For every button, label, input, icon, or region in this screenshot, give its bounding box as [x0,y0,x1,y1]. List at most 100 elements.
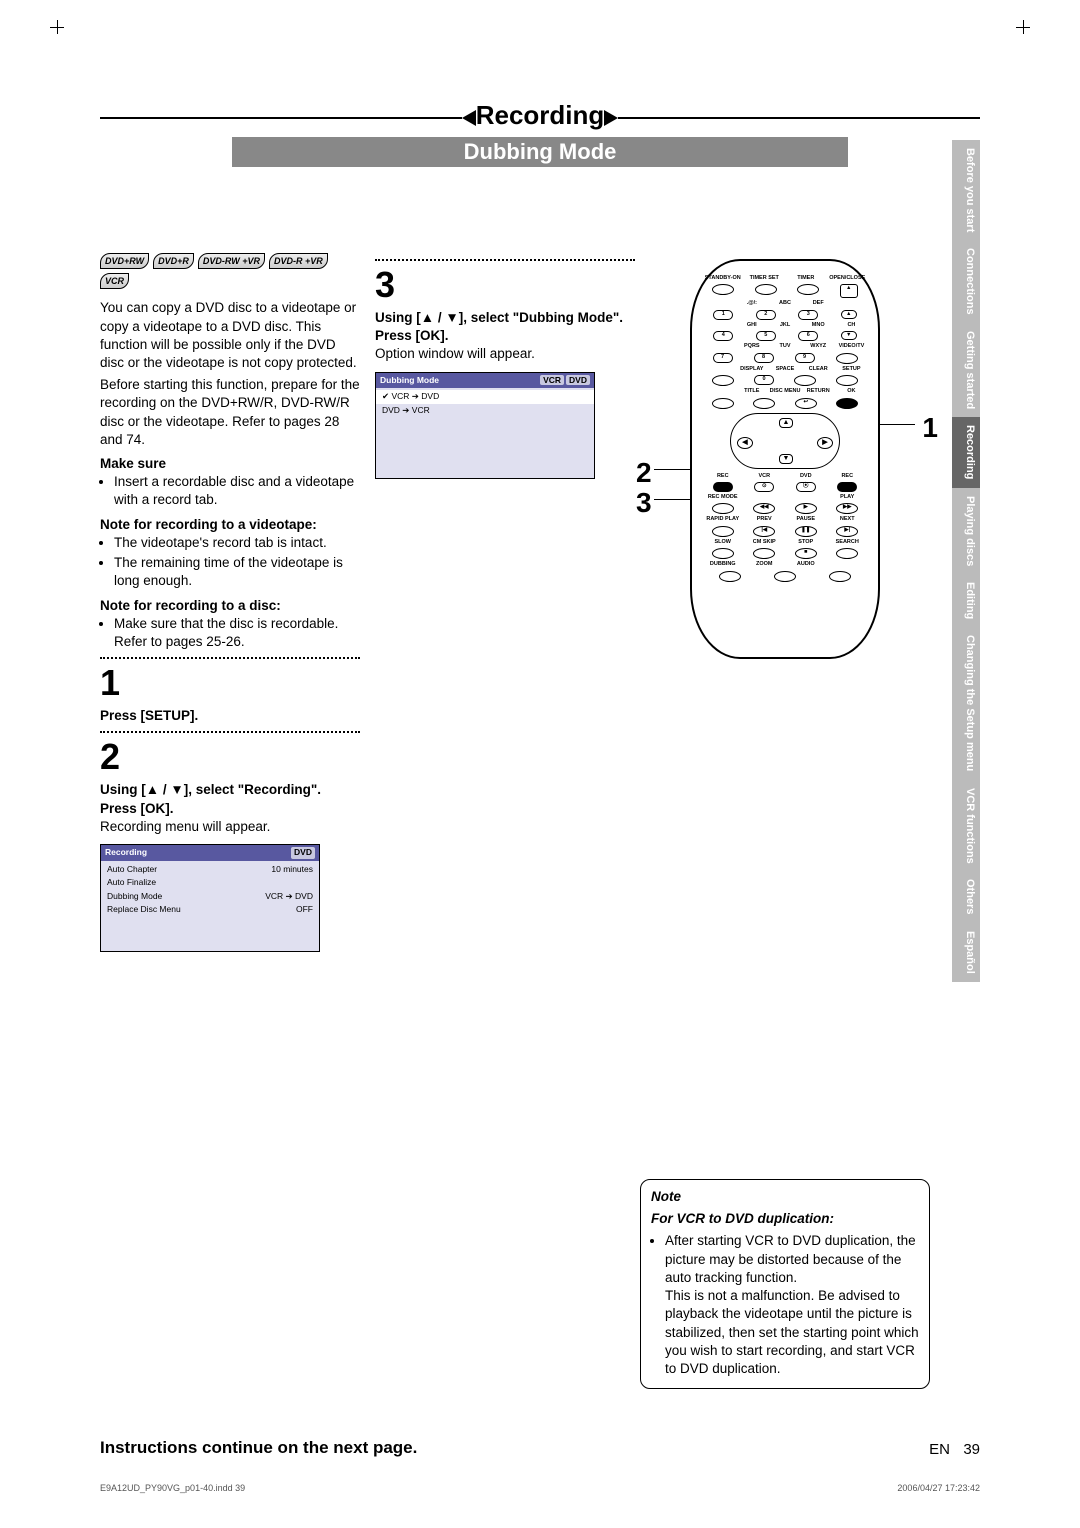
remote-label: .@/: [735,300,768,307]
remote-label: REC [702,473,744,480]
remote-label: STANDBY-ON [702,275,744,282]
remote-label [785,494,827,501]
remote-label: CLEAR [802,366,835,373]
section-title: Dubbing Mode [232,137,848,167]
remote-label: PQRS [735,343,768,350]
note-body: After starting VCR to DVD duplication, t… [665,1232,919,1378]
remote-label: ZOOM [744,561,786,568]
osd-key: VCR ➔ DVD [382,391,439,402]
step-number: 2 [100,739,360,775]
make-sure-heading: Make sure [100,455,360,473]
sidebar-tab: Changing the Setup menu [952,627,980,779]
remote-label [827,561,869,568]
note-subtitle: For VCR to DVD duplication: [651,1210,919,1228]
osd-value: 10 minutes [271,864,313,875]
osd-tag: DVD [566,375,590,385]
disc-badge: DVD+RW [100,253,149,269]
remote-label: DVD [785,473,827,480]
list-item: Make sure that the disc is recordable. R… [114,615,360,651]
remote-label: SPACE [768,366,801,373]
step3-sub: Option window will appear. [375,345,635,363]
dpad-up: ▲ [779,418,793,428]
remote-label: ABC [768,300,801,307]
dpad-left: ◀ [737,437,753,449]
sidebar-nav: Before you startConnectionsGetting start… [952,140,980,1340]
step2-text: Using [▲ / ▼], select "Recording". Press… [100,781,360,817]
list-item: The remaining time of the videotape is l… [114,554,360,590]
disc-badge: DVD+R [153,253,194,269]
remote-label: AUDIO [785,561,827,568]
note-disc-heading: Note for recording to a disc: [100,597,360,615]
remote-label: DEF [802,300,835,307]
note-box: Note For VCR to DVD duplication: After s… [640,1179,930,1389]
disc-badge: VCR [100,273,129,289]
note-title: Note [651,1188,919,1206]
sidebar-tab: Before you start [952,140,980,240]
disc-badge: DVD-RW +VR [198,253,265,269]
remote-label: MNO [802,322,835,329]
remote-control: STANDBY-ONTIMER SETTIMEROPEN/CLOSE ▲ .@/… [690,259,880,659]
remote-label [702,300,735,307]
remote-label: VIDEO/TV [835,343,868,350]
remote-label: DUBBING [702,561,744,568]
remote-label: TUV [768,343,801,350]
callout-1: 1 [922,409,938,447]
osd-dubbing-menu: Dubbing Mode VCRDVD VCR ➔ DVD DVD ➔ VCR [375,372,595,479]
sidebar-tab: Editing [952,574,980,627]
sidebar-tab: Playing discs [952,488,980,574]
chapter-rule: Recording [100,100,980,135]
remote-label: PREV [744,516,786,523]
footer-continue: Instructions continue on the next page. [100,1438,417,1458]
remote-label [702,322,735,329]
remote-label: RAPID PLAY [702,516,744,523]
remote-label: VCR [744,473,786,480]
osd-value: OFF [296,904,313,915]
remote-label: WXYZ [802,343,835,350]
step-number: 3 [375,267,635,303]
footer-file: E9A12UD_PY90VG_p01-40.indd 39 [100,1483,245,1493]
remote-label: DISC MENU [768,388,801,395]
remote-label: PAUSE [785,516,827,523]
osd-title: Dubbing Mode [380,375,439,386]
sidebar-tab: Getting started [952,323,980,417]
remote-label [702,343,735,350]
remote-label: SEARCH [827,539,869,546]
sidebar-tab: VCR functions [952,780,980,872]
remote-label: STOP [785,539,827,546]
osd-key: Auto Finalize [107,877,156,888]
list-item: The videotape's record tab is intact. [114,534,360,552]
sidebar-tab: Others [952,871,980,922]
remote-label: DISPLAY [735,366,768,373]
remote-label [702,388,735,395]
remote-label: TIMER SET [744,275,786,282]
remote-label: OPEN/CLOSE [827,275,869,282]
osd-key: Dubbing Mode [107,891,162,902]
remote-label: RETURN [802,388,835,395]
footer-date: 2006/04/27 17:23:42 [897,1483,980,1493]
disc-badge: DVD-R +VR [269,253,328,269]
chapter-title: Recording [476,100,605,131]
footer-page: 39 [963,1441,980,1458]
step-number: 1 [100,665,360,701]
sidebar-tab: Connections [952,240,980,323]
osd-tag: VCR [540,375,564,385]
osd-title: Recording [105,847,147,858]
remote-label: REC [827,473,869,480]
osd-key: DVD ➔ VCR [382,405,430,416]
remote-label [744,494,786,501]
remote-label [835,300,868,307]
remote-label: NEXT [827,516,869,523]
remote-label: CM SKIP [744,539,786,546]
remote-label [702,366,735,373]
remote-label: JKL [768,322,801,329]
remote-label: PLAY [827,494,869,501]
osd-key: Replace Disc Menu [107,904,181,915]
remote-label: TITLE [735,388,768,395]
osd-value: VCR ➔ DVD [265,891,313,902]
remote-label: CH [835,322,868,329]
callout-3: 3 [636,484,652,522]
step1-text: Press [SETUP]. [100,707,360,725]
remote-label: REC MODE [702,494,744,501]
remote-label: SETUP [835,366,868,373]
list-item: Insert a recordable disc and a videotape… [114,473,360,509]
